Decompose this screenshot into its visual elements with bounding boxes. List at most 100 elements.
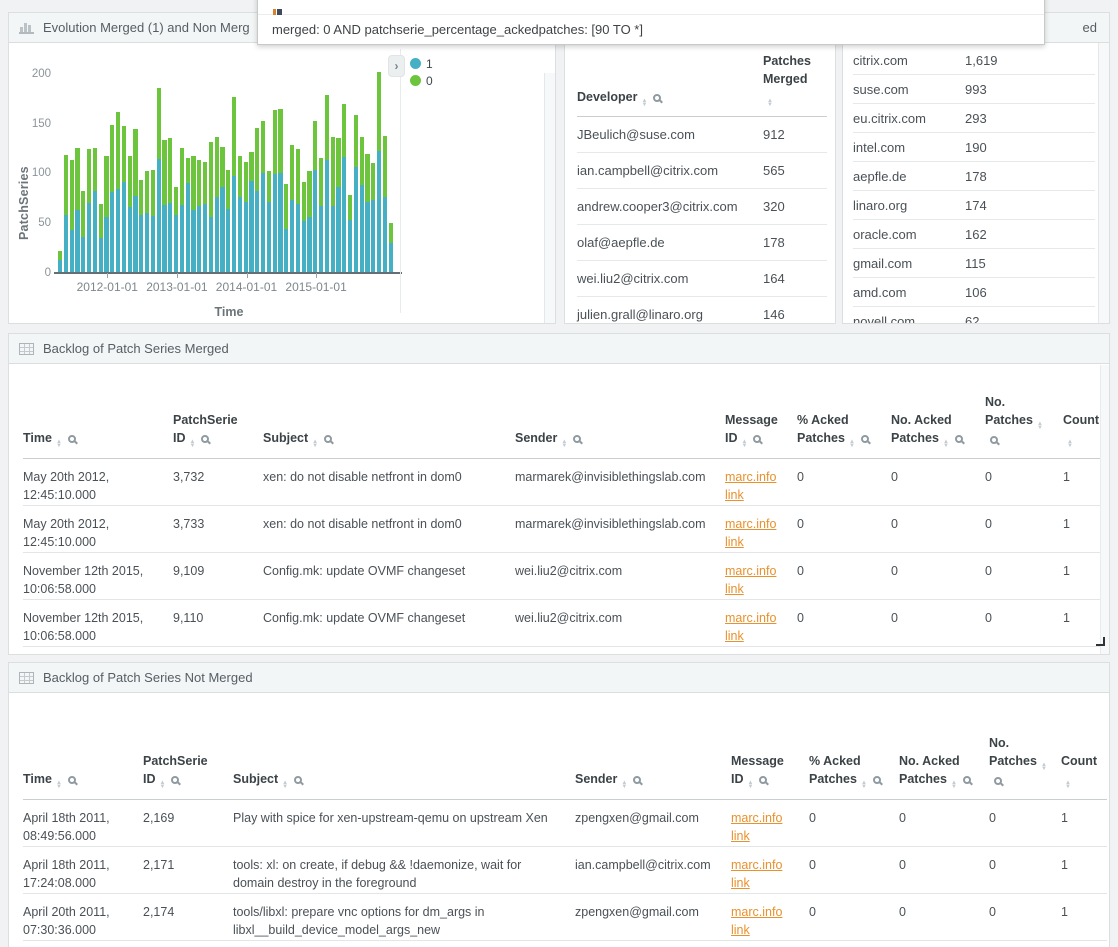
panel-scrollbar-track[interactable] — [1100, 365, 1109, 654]
table-icon — [19, 672, 34, 684]
search-icon[interactable] — [861, 435, 869, 443]
evolution-chart: PatchSeries 050100150200 2012-01-012013-… — [9, 43, 555, 323]
search-icon[interactable] — [653, 94, 661, 102]
developer-row: olaf@aepfle.de 178 — [577, 225, 827, 261]
sort-icon[interactable]: ▲▼ — [748, 781, 754, 789]
sort-icon[interactable]: ▲▼ — [190, 440, 196, 448]
column-header-no-patches[interactable]: No. Patches▲▼ — [989, 734, 1061, 789]
panel-backlog-not-merged: Backlog of Patch Series Not Merged Time▲… — [8, 662, 1110, 947]
marc-info-link[interactable]: marc.infolink — [725, 564, 776, 596]
sort-icon[interactable]: ▲▼ — [56, 440, 62, 448]
marc-info-link[interactable]: marc.infolink — [731, 905, 782, 937]
search-icon[interactable] — [759, 776, 767, 784]
cell-pct-acked: 0 — [797, 647, 891, 655]
sort-icon[interactable]: ▲▼ — [861, 781, 867, 789]
panel-resize-handle[interactable] — [1096, 637, 1105, 646]
column-header-count[interactable]: Count▲▼ — [1061, 752, 1107, 789]
search-icon[interactable] — [633, 776, 641, 784]
column-header-time[interactable]: Time▲▼ — [23, 429, 173, 448]
sort-icon[interactable]: ▲▼ — [943, 440, 949, 448]
table-row: November 12th 2015, 10:06:58.000 9,109 C… — [23, 553, 1107, 600]
domain-count: 190 — [965, 140, 1095, 155]
domain-count: 106 — [965, 285, 1095, 300]
column-header-sender[interactable]: Sender▲▼ — [515, 429, 725, 448]
search-icon[interactable] — [990, 436, 998, 444]
sort-icon[interactable]: ▲▼ — [767, 99, 773, 107]
column-header-message-id[interactable]: Message ID▲▼ — [725, 411, 797, 448]
sort-icon[interactable]: ▲▼ — [56, 781, 62, 789]
search-icon[interactable] — [994, 777, 1002, 785]
domain-name: citrix.com — [853, 53, 965, 68]
column-header-no-patches[interactable]: No. Patches▲▼ — [985, 393, 1063, 448]
sort-icon[interactable]: ▲▼ — [1065, 781, 1071, 789]
sort-icon[interactable]: ▲▼ — [1037, 422, 1043, 430]
marc-info-link[interactable]: marc.infolink — [725, 470, 776, 502]
sort-icon[interactable]: ▲▼ — [160, 781, 166, 789]
panel-backlog-merged-header: Backlog of Patch Series Merged — [9, 334, 1109, 364]
search-icon[interactable] — [873, 776, 881, 784]
column-header-developer[interactable]: Developer▲▼ — [577, 88, 763, 107]
column-header-pct-acked[interactable]: % Acked Patches▲▼ — [797, 411, 891, 448]
cell-sender: zpengxen@gmail.com — [575, 941, 731, 947]
panel-title: Evolution Merged (1) and Non Merg — [43, 20, 250, 35]
table-row: April 20th 2011, 2,175 xen-upstream-qemu… — [23, 941, 1107, 947]
sort-icon[interactable]: ▲▼ — [561, 440, 567, 448]
sort-icon[interactable]: ▲▼ — [849, 440, 855, 448]
column-header-patchserie-id[interactable]: PatchSerie ID▲▼ — [173, 411, 263, 448]
sort-icon[interactable]: ▲▼ — [641, 99, 647, 107]
cell-time: April 20th 2011, — [23, 941, 143, 947]
search-icon[interactable] — [294, 776, 302, 784]
sort-icon[interactable]: ▲▼ — [312, 440, 318, 448]
sort-icon[interactable]: ▲▼ — [742, 440, 748, 448]
search-icon[interactable] — [171, 776, 179, 784]
query-tooltip-top — [258, 0, 1044, 15]
cell-sender: marmarek@invisiblethingslab.com — [515, 506, 725, 533]
sort-icon[interactable]: ▲▼ — [621, 781, 627, 789]
legend-collapse-chevron-icon[interactable]: › — [388, 55, 405, 77]
column-header-patchserie-id[interactable]: PatchSerie ID▲▼ — [143, 752, 233, 789]
domain-name: novell.com — [853, 314, 965, 325]
panel-scrollbar-track[interactable] — [544, 73, 555, 323]
legend-item[interactable]: 1 — [410, 55, 433, 72]
search-icon[interactable] — [963, 776, 971, 784]
panel-scrollbar-track[interactable] — [1098, 43, 1109, 323]
y-axis-ticks: 050100150200 — [9, 64, 53, 273]
column-header-no-acked[interactable]: No. Acked Patches▲▼ — [891, 411, 985, 448]
search-icon[interactable] — [68, 776, 76, 784]
legend-item[interactable]: 0 — [410, 72, 433, 89]
column-header-time[interactable]: Time▲▼ — [23, 770, 143, 789]
cell-patchserie-id: 2,174 — [143, 894, 233, 921]
search-icon[interactable] — [955, 435, 963, 443]
chart-plot[interactable] — [58, 64, 398, 273]
sort-icon[interactable]: ▲▼ — [1067, 440, 1073, 448]
domain-count: 178 — [965, 169, 1095, 184]
cell-no-patches: 0 — [989, 800, 1061, 827]
cell-time: November 12th 2015, 10:06:58.000 — [23, 600, 173, 645]
cell-sender: ian.campbell@citrix.com — [575, 847, 731, 874]
search-icon[interactable] — [68, 435, 76, 443]
sort-icon[interactable]: ▲▼ — [951, 781, 957, 789]
sort-icon[interactable]: ▲▼ — [1041, 763, 1047, 771]
column-header-subject[interactable]: Subject▲▼ — [263, 429, 515, 448]
marc-info-link[interactable]: marc.infolink — [731, 858, 782, 890]
search-icon[interactable] — [201, 435, 209, 443]
marc-info-link[interactable]: marc.infolink — [725, 611, 776, 643]
search-icon[interactable] — [573, 435, 581, 443]
domain-row: novell.com 62 — [853, 307, 1095, 324]
marc-info-link[interactable]: marc.infolink — [725, 517, 776, 549]
patches-merged-value: 146 — [763, 303, 827, 324]
sort-icon[interactable]: ▲▼ — [282, 781, 288, 789]
column-header-pct-acked[interactable]: % Acked Patches▲▼ — [809, 752, 899, 789]
marc-info-link[interactable]: marc.infolink — [731, 811, 782, 843]
domain-row: amd.com 106 — [853, 278, 1095, 307]
column-header-message-id[interactable]: Message ID▲▼ — [731, 752, 809, 789]
column-header-no-acked[interactable]: No. Acked Patches▲▼ — [899, 752, 989, 789]
patches-merged-value: 912 — [763, 123, 827, 146]
column-header-sender[interactable]: Sender▲▼ — [575, 770, 731, 789]
column-header-subject[interactable]: Subject▲▼ — [233, 770, 575, 789]
cell-pct-acked: 0 — [797, 459, 891, 486]
search-icon[interactable] — [753, 435, 761, 443]
column-header-patches-merged[interactable]: Patches Merged▲▼ — [763, 52, 827, 107]
search-icon[interactable] — [324, 435, 332, 443]
domain-row: suse.com 993 — [853, 75, 1095, 104]
